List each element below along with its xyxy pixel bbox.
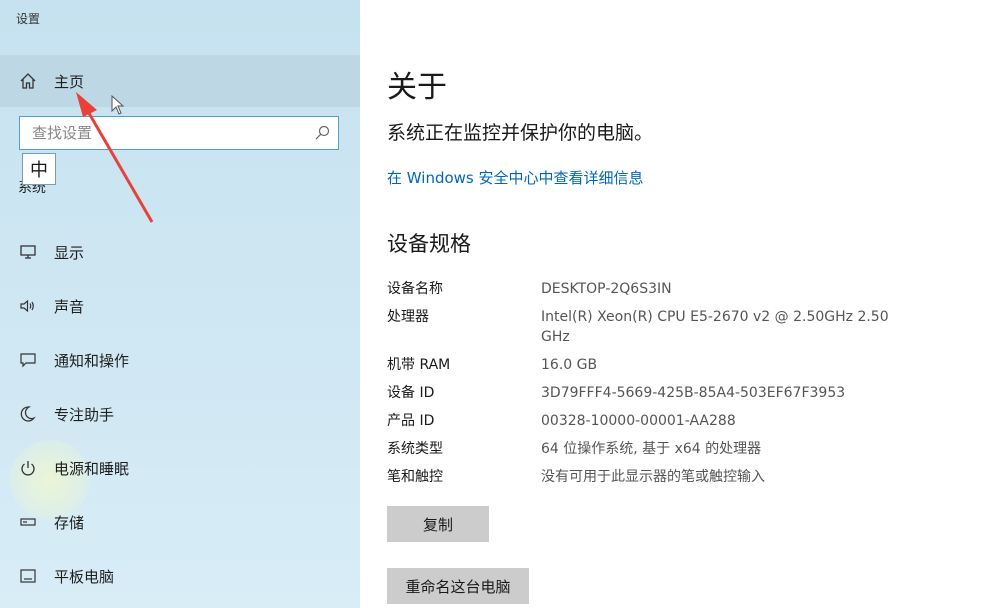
spec-row: 设备名称 DESKTOP-2Q6S3IN (387, 279, 901, 299)
monitor-icon (18, 242, 38, 262)
speaker-icon (18, 296, 38, 316)
window-title: 设置 (16, 12, 41, 26)
spec-row: 产品 ID 00328-10000-00001-AA288 (387, 411, 901, 431)
tablet-icon (18, 566, 38, 586)
sidebar-item-label: 专注助手 (54, 405, 115, 424)
power-icon (18, 458, 38, 478)
sidebar-home[interactable]: 主页 (0, 61, 360, 101)
spec-value: 16.0 GB (541, 357, 598, 373)
sidebar-item-label: 声音 (54, 297, 85, 316)
rename-pc-button[interactable]: 重命名这台电脑 (387, 568, 529, 604)
sidebar-item-power-sleep[interactable]: 电源和睡眠 (0, 448, 360, 488)
moon-icon (18, 404, 38, 424)
notification-icon (18, 350, 38, 370)
sidebar-item-tablet[interactable]: 平板电脑 (0, 556, 360, 596)
sidebar-item-display[interactable]: 显示 (0, 232, 360, 272)
spec-value: Intel(R) Xeon(R) CPU E5-2670 v2 @ 2.50GH… (541, 309, 889, 345)
sidebar-item-storage[interactable]: 存储 (0, 502, 360, 542)
spec-row: 笔和触控 没有可用于此显示器的笔或触控输入 (387, 467, 901, 487)
storage-icon (18, 512, 38, 532)
spec-value: 64 位操作系统, 基于 x64 的处理器 (541, 441, 762, 457)
sidebar-item-notifications[interactable]: 通知和操作 (0, 340, 360, 380)
copy-button[interactable]: 复制 (387, 506, 489, 542)
sidebar-item-label: 显示 (54, 243, 85, 262)
search-input[interactable] (30, 123, 312, 143)
spec-key: 设备 ID (387, 385, 435, 401)
search-box[interactable] (19, 116, 339, 150)
sidebar-item-focus-assist[interactable]: 专注助手 (0, 394, 360, 434)
sidebar-home-label: 主页 (54, 72, 85, 91)
spec-value: 00328-10000-00001-AA288 (541, 413, 736, 429)
sidebar-item-label: 电源和睡眠 (54, 459, 130, 478)
spec-key: 系统类型 (387, 441, 443, 457)
mouse-cursor-icon (111, 95, 125, 115)
security-center-link[interactable]: 在 Windows 安全中心中查看详细信息 (387, 167, 644, 188)
spec-key: 处理器 (387, 309, 429, 325)
protection-status: 系统正在监控并保护你的电脑。 (387, 122, 654, 144)
device-specs: 设备名称 DESKTOP-2Q6S3IN 处理器 Intel(R) Xeon(R… (387, 279, 901, 495)
spec-key: 设备名称 (387, 281, 443, 297)
sidebar-item-sound[interactable]: 声音 (0, 286, 360, 326)
spec-key: 产品 ID (387, 413, 435, 429)
specs-section-title: 设备规格 (387, 232, 471, 256)
spec-value: 3D79FFF4-5669-425B-85A4-503EF67F3953 (541, 385, 846, 401)
sidebar-item-label: 平板电脑 (54, 567, 115, 586)
spec-row: 系统类型 64 位操作系统, 基于 x64 的处理器 (387, 439, 901, 459)
spec-key: 机带 RAM (387, 357, 451, 373)
page-title: 关于 (387, 70, 447, 105)
ime-indicator: 中 (22, 153, 56, 185)
spec-row: 机带 RAM 16.0 GB (387, 355, 901, 375)
spec-row: 处理器 Intel(R) Xeon(R) CPU E5-2670 v2 @ 2.… (387, 307, 901, 347)
sidebar-item-label: 通知和操作 (54, 351, 130, 370)
spec-value: DESKTOP-2Q6S3IN (541, 281, 672, 297)
spec-value: 没有可用于此显示器的笔或触控输入 (541, 469, 765, 485)
spec-key: 笔和触控 (387, 469, 443, 485)
sidebar-item-label: 存储 (54, 513, 85, 532)
search-icon[interactable] (312, 123, 332, 143)
sidebar: 设置 主页 系统 中 显示 声音 通知和操作 专注助 (0, 0, 360, 608)
spec-row: 设备 ID 3D79FFF4-5669-425B-85A4-503EF67F39… (387, 383, 901, 403)
main-content: 关于 系统正在监控并保护你的电脑。 在 Windows 安全中心中查看详细信息 … (360, 0, 1003, 608)
home-icon (18, 71, 38, 91)
